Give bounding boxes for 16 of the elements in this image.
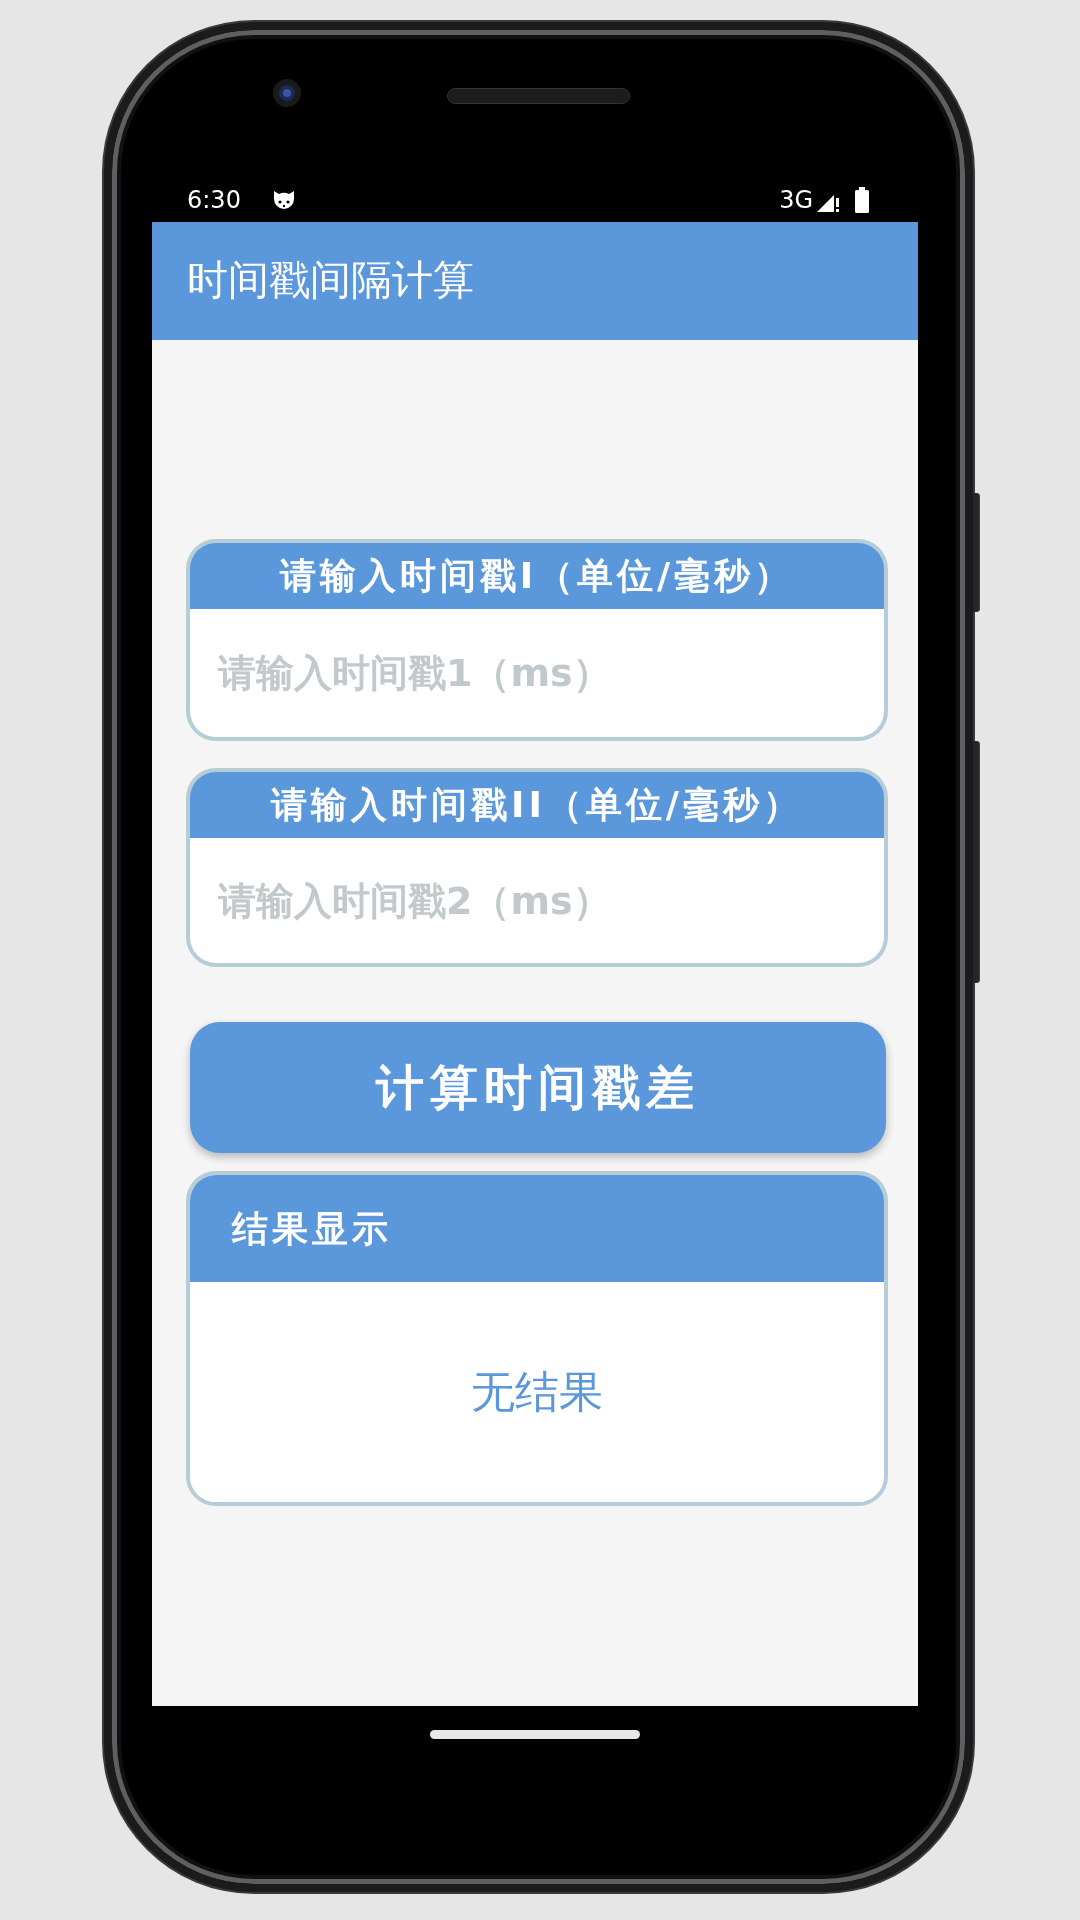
speaker-grille-icon xyxy=(447,88,630,104)
field-label: 请输入时间戳I（单位/毫秒） xyxy=(279,554,795,598)
side-button[interactable] xyxy=(973,741,980,983)
battery-icon xyxy=(855,187,869,213)
card-title: 结果显示 xyxy=(232,1206,392,1251)
input-field[interactable]: 请输入时间戳1（ms） xyxy=(186,609,888,741)
status-time: 6:30 xyxy=(187,188,241,212)
camera-icon xyxy=(273,79,301,107)
calculate-button[interactable]: 计算时间戳差 xyxy=(190,1022,886,1153)
field-label: 请输入时间戳II（单位/毫秒） xyxy=(271,783,803,827)
result-text: 无结果 xyxy=(471,1365,603,1419)
network-type: 3G xyxy=(779,188,813,212)
app-title: 时间戳间隔计算 xyxy=(187,256,474,306)
side-button[interactable] xyxy=(973,493,980,612)
home-indicator[interactable] xyxy=(430,1730,640,1739)
input-field[interactable]: 请输入时间戳2（ms） xyxy=(186,838,888,967)
